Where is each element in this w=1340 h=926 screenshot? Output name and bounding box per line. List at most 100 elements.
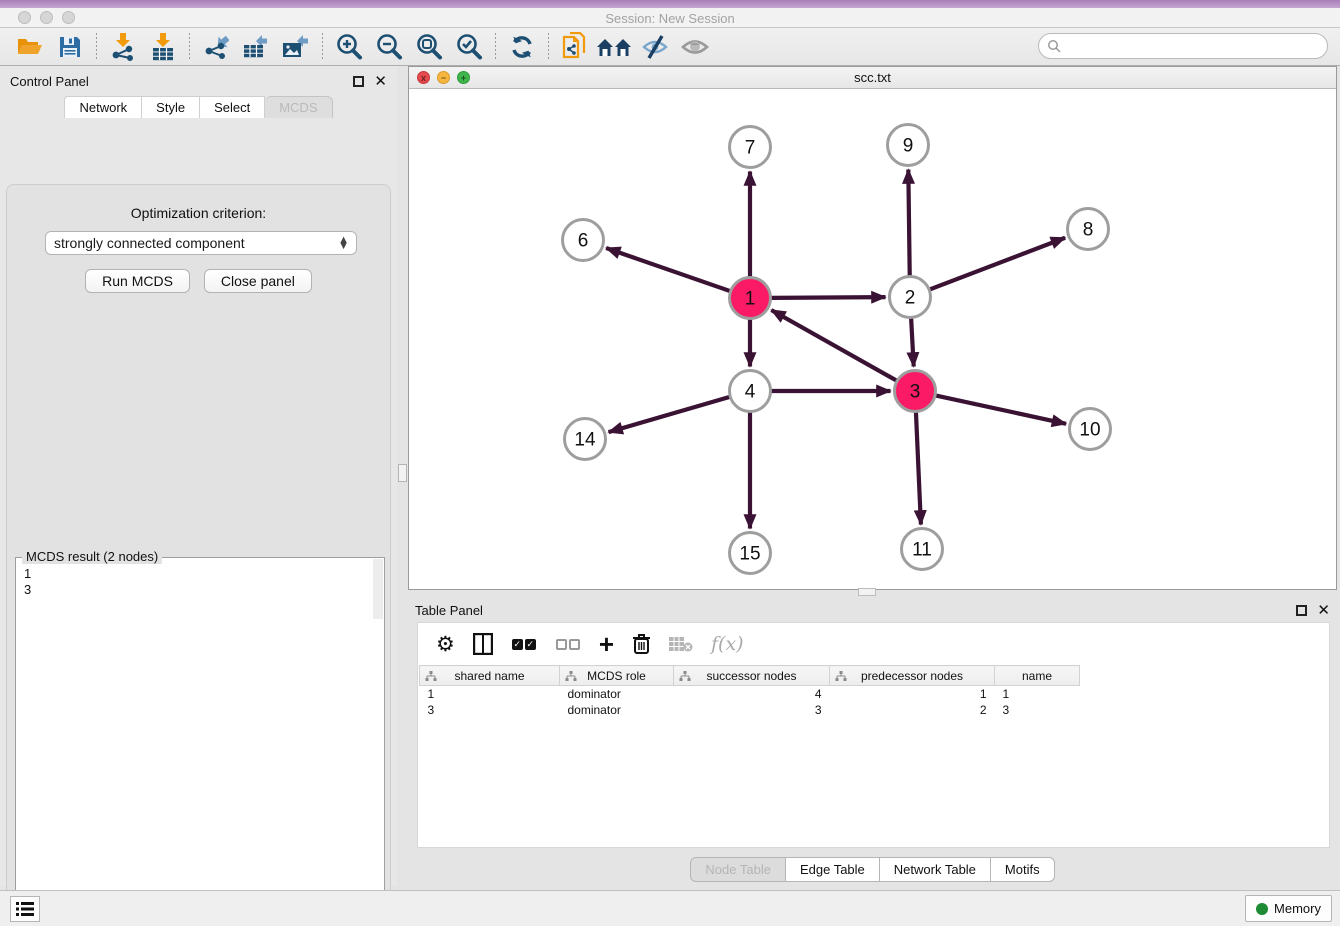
- graph-node-label-2: 2: [905, 288, 916, 309]
- graph-edge-3-10[interactable]: [936, 396, 1066, 424]
- app-titlebar: Session: New Session: [0, 8, 1340, 28]
- trash-icon: [632, 633, 651, 655]
- column-header-mcds-role[interactable]: MCDS role: [560, 666, 674, 686]
- optimization-criterion-select[interactable]: strongly connected component ▲▼: [45, 231, 357, 255]
- zoom-in-button[interactable]: [329, 31, 369, 63]
- tab-mcds[interactable]: MCDS: [265, 96, 332, 118]
- checked-box-icon: ✓: [512, 639, 523, 650]
- node-table[interactable]: shared name MCDS role successor nodes pr…: [419, 665, 1080, 718]
- save-session-button[interactable]: [50, 31, 90, 63]
- graph-node-label-8: 8: [1083, 220, 1094, 241]
- delete-columns-button[interactable]: [632, 631, 651, 657]
- tab-network[interactable]: Network: [64, 96, 142, 118]
- show-all-networks-button[interactable]: [595, 31, 635, 63]
- mcds-result-text[interactable]: 1 3: [24, 566, 372, 926]
- quick-search-field[interactable]: [1038, 33, 1328, 59]
- graph-edge-3-11[interactable]: [916, 412, 921, 524]
- network-graph[interactable]: 1234678910111415: [409, 89, 1336, 589]
- refresh-button[interactable]: [502, 31, 542, 63]
- delete-table-icon: [669, 636, 693, 652]
- column-header-name[interactable]: name: [995, 666, 1080, 686]
- memory-status-icon: [1256, 903, 1268, 915]
- export-table-icon: [243, 33, 269, 61]
- graph-edge-1-2[interactable]: [771, 297, 885, 298]
- duplicate-network-icon: [562, 32, 588, 62]
- zoom-fit-button[interactable]: [409, 31, 449, 63]
- graph-edge-1-6[interactable]: [606, 248, 730, 291]
- horizontal-splitter-handle[interactable]: [858, 588, 876, 596]
- network-canvas[interactable]: 1234678910111415: [409, 89, 1336, 589]
- float-panel-icon[interactable]: [353, 76, 364, 87]
- export-table-button[interactable]: [236, 31, 276, 63]
- run-mcds-button[interactable]: Run MCDS: [85, 269, 190, 293]
- graph-edge-2-8[interactable]: [930, 238, 1065, 290]
- tab-network-table[interactable]: Network Table: [880, 857, 991, 882]
- export-network-icon: [203, 33, 229, 61]
- toolbar-separator: [548, 33, 549, 61]
- close-panel-button[interactable]: Close panel: [204, 269, 312, 293]
- eye-slash-icon: [640, 34, 670, 60]
- graph-node-label-14: 14: [574, 430, 596, 451]
- column-settings-button[interactable]: ⚙: [436, 631, 455, 657]
- split-view-button[interactable]: [473, 631, 493, 657]
- duplicate-network-button[interactable]: [555, 31, 595, 63]
- graph-node-label-6: 6: [578, 231, 589, 252]
- float-table-panel-icon[interactable]: [1296, 605, 1307, 616]
- graph-node-label-15: 15: [739, 544, 760, 565]
- mcds-result-title: MCDS result (2 nodes): [22, 549, 162, 564]
- unchecked-box-icon: [569, 639, 580, 650]
- column-header-predecessor-nodes[interactable]: predecessor nodes: [830, 666, 995, 686]
- import-table-button[interactable]: [143, 31, 183, 63]
- network-window-titlebar[interactable]: x − + scc.txt: [409, 67, 1336, 89]
- dropdown-stepper-icon: ▲▼: [338, 237, 348, 249]
- zoom-selected-icon: [455, 33, 483, 61]
- toolbar-separator: [495, 33, 496, 61]
- show-selection-button[interactable]: [675, 31, 715, 63]
- show-panels-button[interactable]: [10, 896, 40, 922]
- memory-label: Memory: [1274, 901, 1321, 916]
- table-row[interactable]: 3 dominator 3 2 3: [420, 702, 1080, 718]
- tab-style[interactable]: Style: [142, 96, 200, 118]
- graph-node-label-10: 10: [1079, 420, 1100, 441]
- result-scrollbar[interactable]: [373, 559, 383, 619]
- graph-edge-4-14[interactable]: [609, 397, 730, 432]
- hide-selection-button[interactable]: [635, 31, 675, 63]
- table-panel-body: ⚙ ✓✓ +: [417, 622, 1330, 848]
- control-panel: Control Panel ✕ Network Style Select MCD…: [0, 66, 397, 886]
- import-network-button[interactable]: [103, 31, 143, 63]
- table-header-row: shared name MCDS role successor nodes pr…: [420, 666, 1080, 686]
- graph-node-label-7: 7: [745, 138, 756, 159]
- select-all-columns-button[interactable]: ✓✓: [511, 631, 537, 657]
- graph-edge-2-3[interactable]: [911, 318, 914, 366]
- vertical-splitter-handle[interactable]: [398, 464, 407, 482]
- graph-edge-2-9[interactable]: [908, 169, 909, 275]
- tab-edge-table[interactable]: Edge Table: [786, 857, 880, 882]
- split-columns-icon: [473, 633, 493, 655]
- export-network-button[interactable]: [196, 31, 236, 63]
- close-table-panel-icon[interactable]: ✕: [1317, 603, 1330, 618]
- zoom-out-button[interactable]: [369, 31, 409, 63]
- close-panel-icon[interactable]: ✕: [374, 74, 387, 89]
- toolbar-separator: [322, 33, 323, 61]
- import-table-icon: [151, 33, 175, 61]
- memory-button[interactable]: Memory: [1245, 895, 1332, 922]
- open-folder-icon: [16, 35, 44, 59]
- eye-icon: [680, 34, 710, 60]
- export-image-button[interactable]: [276, 31, 316, 63]
- open-session-button[interactable]: [10, 31, 50, 63]
- column-header-shared-name[interactable]: shared name: [420, 666, 560, 686]
- table-row[interactable]: 1 dominator 4 1 1: [420, 686, 1080, 702]
- graph-edge-3-1[interactable]: [771, 310, 896, 380]
- refresh-icon: [509, 34, 535, 60]
- delete-table-button[interactable]: [669, 631, 693, 657]
- add-column-button[interactable]: +: [599, 631, 614, 657]
- zoom-selected-button[interactable]: [449, 31, 489, 63]
- deselect-all-columns-button[interactable]: [555, 631, 581, 657]
- function-builder-button[interactable]: f(x): [711, 631, 744, 657]
- network-view-window: x − + scc.txt 1234678910111415: [408, 66, 1337, 590]
- tab-select[interactable]: Select: [200, 96, 265, 118]
- graph-node-label-1: 1: [745, 289, 756, 310]
- column-header-successor-nodes[interactable]: successor nodes: [674, 666, 830, 686]
- tab-node-table[interactable]: Node Table: [690, 857, 786, 882]
- tab-motifs[interactable]: Motifs: [991, 857, 1055, 882]
